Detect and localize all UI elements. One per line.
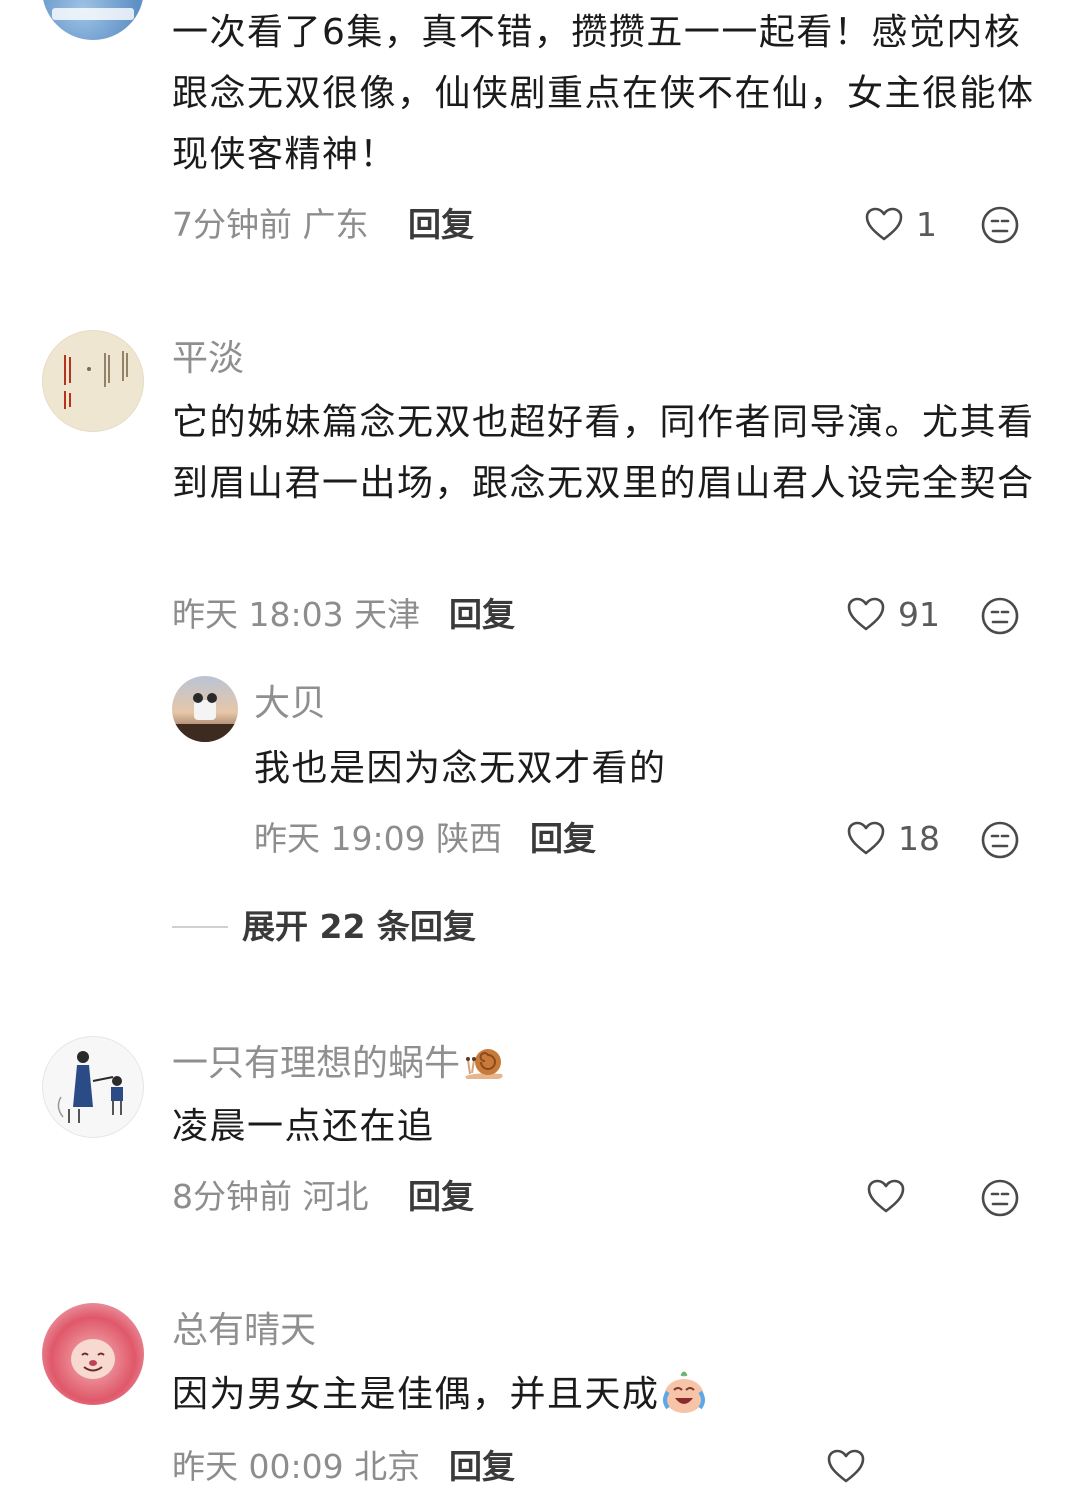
avatar[interactable] bbox=[42, 1036, 144, 1138]
crying-laughing-emoji bbox=[662, 1371, 705, 1413]
comment-text: 一次看了6集，真不错，攒攒五一一起看！感觉内核跟念无双很像，仙侠剧重点在侠不在仙… bbox=[172, 12, 1035, 175]
reply-button[interactable]: 回复 bbox=[530, 822, 596, 855]
like-button[interactable]: 91 bbox=[846, 596, 940, 632]
avatar[interactable] bbox=[172, 676, 238, 742]
comment-meta: 昨天 18:03 天津 bbox=[172, 595, 421, 634]
like-count: 91 bbox=[898, 594, 940, 634]
heart-icon bbox=[847, 597, 885, 631]
comment-text: 它的姊妹篇念无双也超好看，同作者同导演。尤其看到眉山君一出场，跟念无双里的眉山君… bbox=[172, 402, 1035, 504]
expression-icon[interactable] bbox=[980, 205, 1020, 245]
username[interactable]: 大贝 bbox=[254, 686, 326, 722]
reply-button[interactable]: 回复 bbox=[408, 1180, 474, 1213]
divider bbox=[172, 925, 228, 928]
expression-icon[interactable] bbox=[980, 1178, 1020, 1218]
like-button[interactable] bbox=[826, 1448, 866, 1484]
expression-icon[interactable] bbox=[980, 596, 1020, 636]
reply-button[interactable]: 回复 bbox=[449, 598, 515, 631]
expand-replies-label: 展开 22 条回复 bbox=[242, 907, 476, 946]
reply-button[interactable]: 回复 bbox=[408, 208, 474, 241]
like-button[interactable]: 18 bbox=[846, 820, 940, 856]
comment-meta: 昨天 00:09 北京 bbox=[172, 1447, 421, 1486]
comment-meta: 7分钟前 广东 bbox=[172, 205, 369, 244]
avatar[interactable] bbox=[42, 0, 144, 40]
expression-icon[interactable] bbox=[980, 820, 1020, 860]
comment-text: 因为男女主是佳偶，并且天成 bbox=[172, 1364, 1042, 1425]
comment-text: 我也是因为念无双才看的 bbox=[254, 748, 667, 789]
like-button[interactable]: 1 bbox=[864, 206, 937, 242]
heart-icon bbox=[867, 1179, 905, 1213]
username[interactable]: 一只有理想的蜗牛 bbox=[172, 1046, 506, 1082]
like-button[interactable] bbox=[866, 1178, 906, 1214]
comment-text: 凌晨一点还在追 bbox=[172, 1106, 435, 1147]
username[interactable]: 平淡 bbox=[172, 341, 244, 377]
heart-icon bbox=[827, 1449, 865, 1483]
like-count: 1 bbox=[916, 204, 937, 244]
avatar[interactable] bbox=[42, 330, 144, 432]
reply-button[interactable]: 回复 bbox=[449, 1450, 515, 1483]
heart-icon bbox=[847, 821, 885, 855]
comment-meta: 8分钟前 河北 bbox=[172, 1177, 369, 1216]
expand-replies-button[interactable]: 展开 22 条回复 bbox=[172, 910, 476, 943]
like-count: 18 bbox=[898, 818, 940, 858]
snail-emoji bbox=[465, 1049, 503, 1079]
username[interactable]: 总有晴天 bbox=[172, 1313, 316, 1349]
avatar[interactable] bbox=[42, 1303, 144, 1405]
comment-meta: 昨天 19:09 陕西 bbox=[254, 819, 503, 858]
heart-icon bbox=[865, 207, 903, 241]
